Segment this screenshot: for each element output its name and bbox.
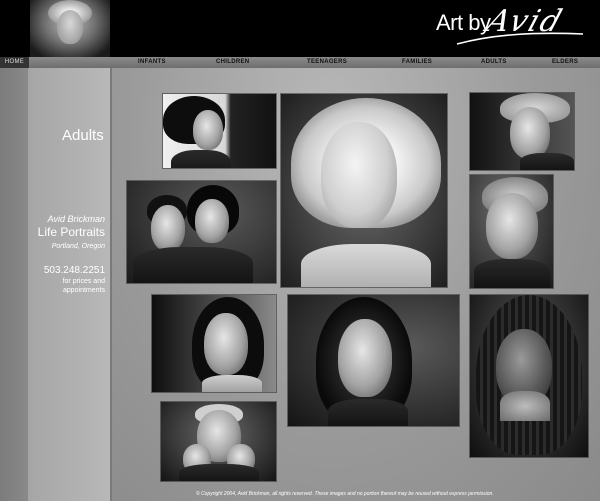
portrait-photo[interactable] bbox=[470, 175, 553, 288]
portrait-photo[interactable] bbox=[288, 295, 459, 426]
nav-home[interactable]: HOME bbox=[0, 57, 29, 68]
portrait-photo[interactable] bbox=[470, 295, 588, 457]
sidebar-strip bbox=[0, 68, 28, 501]
nav-elders[interactable]: ELDERS bbox=[552, 59, 578, 65]
phone-note: for prices and appointments bbox=[62, 278, 105, 294]
logo-swoosh-icon bbox=[456, 32, 584, 45]
nav-infants[interactable]: INFANTS bbox=[138, 59, 166, 65]
nav-teenagers[interactable]: TEENAGERS bbox=[307, 59, 347, 65]
studio-subtitle: Life Portraits bbox=[37, 225, 105, 239]
portrait-photo[interactable] bbox=[152, 295, 276, 392]
portrait-photo[interactable] bbox=[163, 94, 276, 168]
nav-families[interactable]: FAMILIES bbox=[402, 59, 432, 65]
nav-adults[interactable]: ADULTS bbox=[481, 59, 507, 65]
studio-location: Portland, Oregon bbox=[51, 243, 105, 250]
header-portrait-photo bbox=[30, 0, 110, 57]
portrait-photo[interactable] bbox=[161, 402, 276, 481]
header: Art by Avid bbox=[0, 0, 600, 57]
portrait-photo[interactable] bbox=[127, 181, 276, 283]
copyright-notice: © Copyright 2004, Avid Brickman, all rig… bbox=[196, 491, 494, 497]
phone-number: 503.248.2251 bbox=[43, 265, 105, 276]
nav-children[interactable]: CHILDREN bbox=[216, 59, 249, 65]
main-nav: HOME INFANTS CHILDREN TEENAGERS FAMILIES… bbox=[0, 57, 600, 68]
section-title: Adults bbox=[62, 127, 104, 144]
studio-name: Avid Brickman bbox=[47, 214, 105, 224]
portrait-photo[interactable] bbox=[281, 94, 447, 287]
portrait-photo[interactable] bbox=[470, 93, 574, 170]
